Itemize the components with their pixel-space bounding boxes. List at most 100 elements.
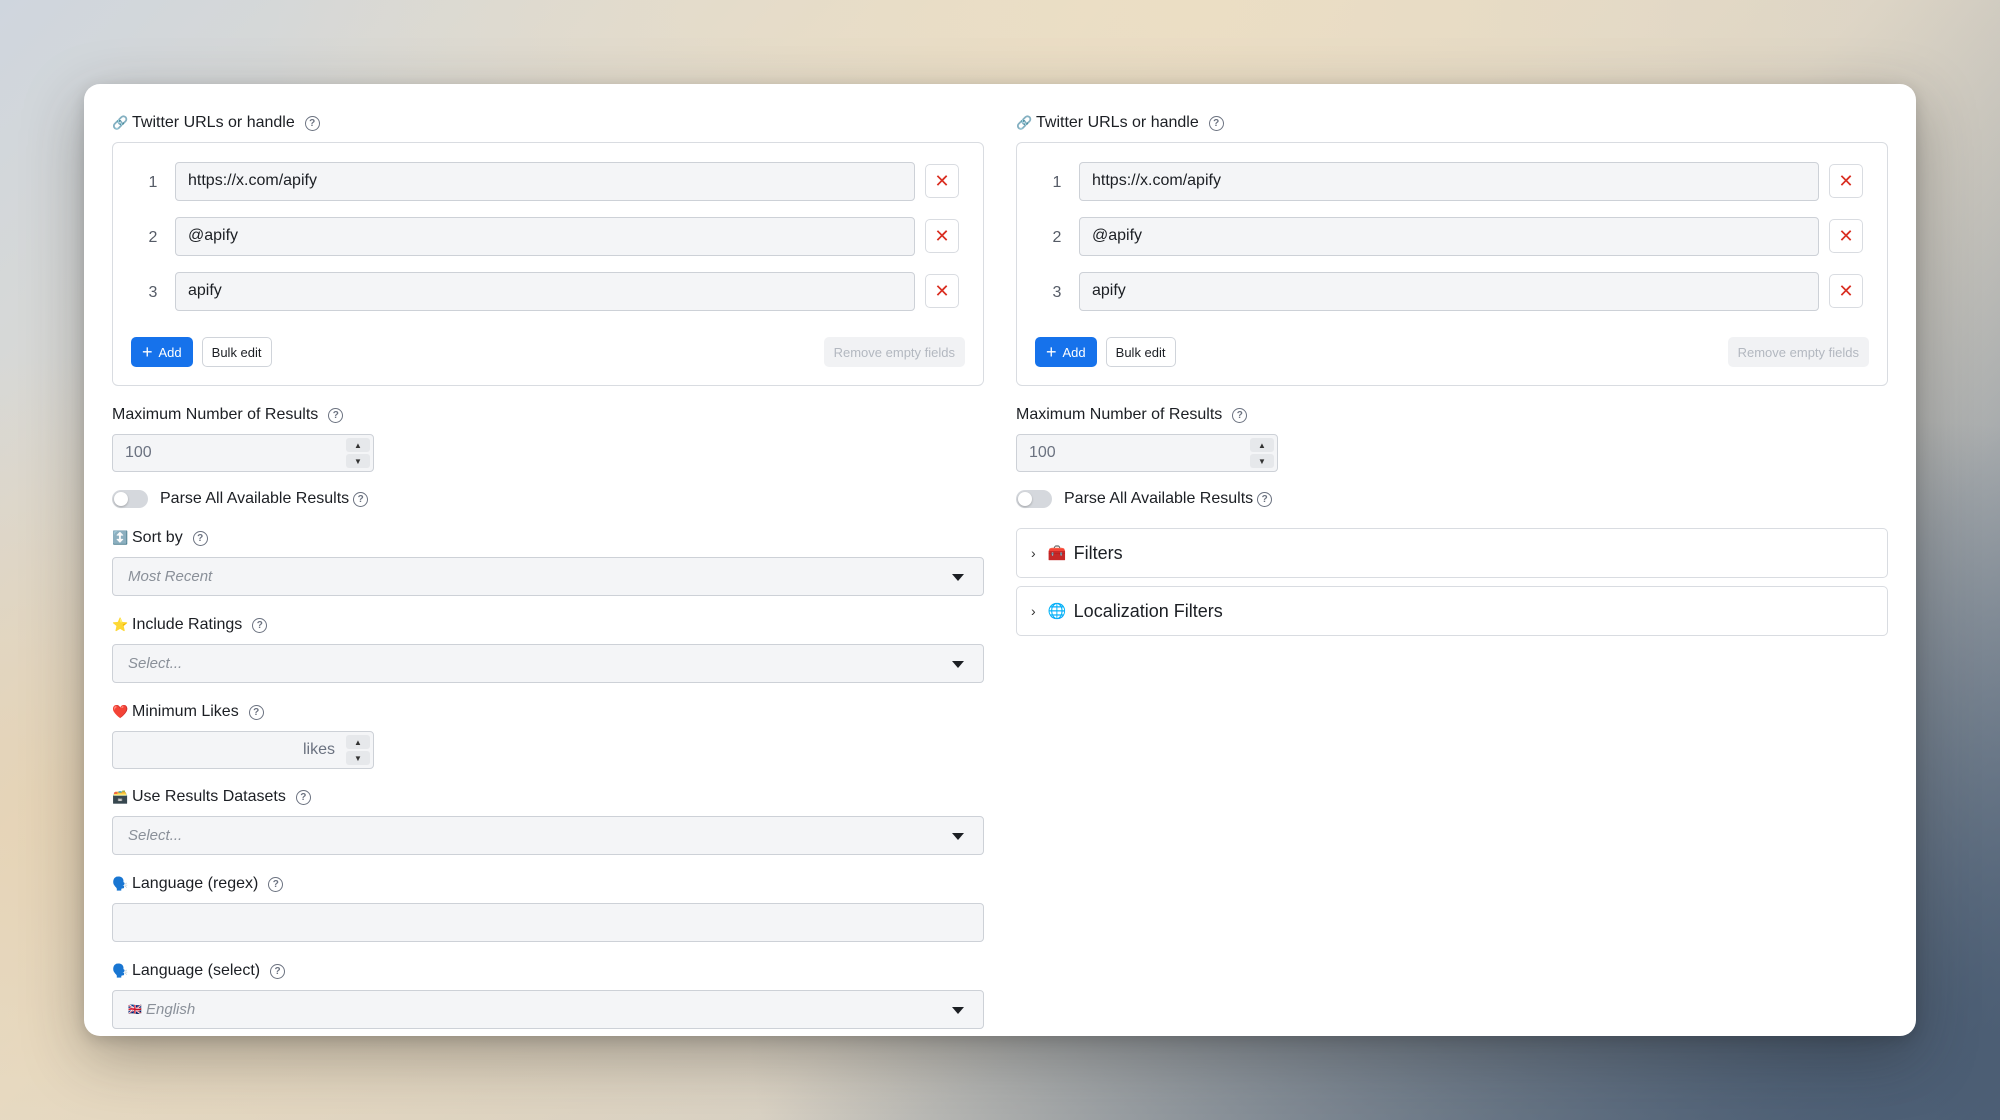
speaking-head-icon: 🗣️ bbox=[112, 963, 129, 978]
bulk-edit-button[interactable]: Bulk edit bbox=[201, 337, 272, 367]
number-stepper[interactable]: ▲ ▼ bbox=[346, 735, 370, 765]
uk-flag-icon: 🇬🇧 bbox=[128, 1004, 142, 1016]
url-input[interactable]: https://x.com/apify bbox=[1079, 161, 1819, 201]
url-list: 1 https://x.com/apify ✕ 2 @apify ✕ 3 api… bbox=[112, 142, 984, 386]
close-icon: ✕ bbox=[1838, 280, 1854, 301]
chevron-down-icon bbox=[952, 574, 964, 581]
max-results-input[interactable]: 100 ▲ ▼ bbox=[112, 434, 374, 472]
sort-icon: ↕️ bbox=[112, 530, 129, 545]
language-regex-label: 🗣️ Language (regex) ? bbox=[112, 873, 984, 895]
card-box-icon: 🗃️ bbox=[112, 789, 129, 804]
remove-empty-fields-button[interactable]: Remove empty fields bbox=[823, 337, 965, 367]
include-ratings-select[interactable]: Select... bbox=[112, 644, 984, 683]
url-row: 2 @apify ✕ bbox=[1035, 216, 1869, 256]
unit-label: likes bbox=[302, 741, 335, 758]
close-icon: ✕ bbox=[1838, 225, 1854, 246]
help-icon[interactable]: ? bbox=[192, 530, 208, 546]
url-row: 2 @apify ✕ bbox=[131, 216, 965, 256]
filters-accordion[interactable]: › 🧰 Filters bbox=[1016, 528, 1888, 578]
url-input[interactable]: @apify bbox=[1079, 216, 1819, 256]
globe-icon: 🌐 bbox=[1047, 603, 1067, 620]
include-ratings-label: ⭐ Include Ratings ? bbox=[112, 614, 984, 636]
increment-icon[interactable]: ▲ bbox=[1250, 438, 1274, 452]
row-number: 1 bbox=[1052, 174, 1062, 191]
decrement-icon[interactable]: ▼ bbox=[346, 751, 370, 765]
twitter-urls-label: 🔗 Twitter URLs or handle ? bbox=[112, 112, 984, 134]
parse-all-row: Parse All Available Results ? bbox=[1016, 488, 1888, 510]
decrement-icon[interactable]: ▼ bbox=[1250, 454, 1274, 468]
url-input[interactable]: apify bbox=[175, 271, 915, 311]
add-button[interactable]: + Add bbox=[1035, 337, 1097, 367]
remove-empty-fields-button[interactable]: Remove empty fields bbox=[1727, 337, 1869, 367]
help-icon[interactable]: ? bbox=[268, 876, 284, 892]
left-form-column: 🔗 Twitter URLs or handle ? 1 https://x.c… bbox=[112, 112, 984, 1029]
url-input[interactable]: https://x.com/apify bbox=[175, 161, 915, 201]
max-results-label: Maximum Number of Results ? bbox=[112, 404, 984, 426]
help-icon[interactable]: ? bbox=[1208, 115, 1224, 131]
localization-filters-accordion[interactable]: › 🌐 Localization Filters bbox=[1016, 586, 1888, 636]
use-datasets-select[interactable]: Select... bbox=[112, 816, 984, 855]
max-results-input[interactable]: 100 ▲ ▼ bbox=[1016, 434, 1278, 472]
row-number: 2 bbox=[1052, 229, 1062, 246]
help-icon[interactable]: ? bbox=[270, 963, 286, 979]
url-row: 1 https://x.com/apify ✕ bbox=[131, 161, 965, 201]
row-number: 3 bbox=[1052, 284, 1062, 301]
increment-icon[interactable]: ▲ bbox=[346, 735, 370, 749]
help-icon[interactable]: ? bbox=[248, 704, 264, 720]
increment-icon[interactable]: ▲ bbox=[346, 438, 370, 452]
plus-icon: + bbox=[142, 342, 153, 362]
minimum-likes-label: ❤️ Minimum Likes ? bbox=[112, 701, 984, 723]
delete-row-button[interactable]: ✕ bbox=[1829, 164, 1863, 198]
language-select-label: 🗣️ Language (select) ? bbox=[112, 960, 984, 982]
help-icon[interactable]: ? bbox=[353, 491, 369, 507]
star-icon: ⭐ bbox=[112, 617, 129, 632]
delete-row-button[interactable]: ✕ bbox=[925, 164, 959, 198]
help-icon[interactable]: ? bbox=[304, 115, 320, 131]
url-row: 3 apify ✕ bbox=[1035, 271, 1869, 311]
chevron-down-icon bbox=[952, 833, 964, 840]
parse-all-toggle[interactable] bbox=[1016, 490, 1052, 508]
plus-icon: + bbox=[1046, 342, 1057, 362]
twitter-urls-label: 🔗 Twitter URLs or handle ? bbox=[1016, 112, 1888, 134]
close-icon: ✕ bbox=[934, 225, 950, 246]
chevron-right-icon: › bbox=[1031, 545, 1036, 561]
right-form-column: 🔗 Twitter URLs or handle ? 1 https://x.c… bbox=[1016, 112, 1888, 636]
row-number: 1 bbox=[148, 174, 158, 191]
language-select[interactable]: 🇬🇧 English bbox=[112, 990, 984, 1029]
link-icon: 🔗 bbox=[112, 115, 129, 130]
close-icon: ✕ bbox=[934, 170, 950, 191]
add-button[interactable]: + Add bbox=[131, 337, 193, 367]
delete-row-button[interactable]: ✕ bbox=[1829, 274, 1863, 308]
delete-row-button[interactable]: ✕ bbox=[925, 219, 959, 253]
row-number: 3 bbox=[148, 284, 158, 301]
parse-all-toggle[interactable] bbox=[112, 490, 148, 508]
parse-all-row: Parse All Available Results ? bbox=[112, 488, 984, 510]
toolbox-icon: 🧰 bbox=[1047, 545, 1067, 562]
decrement-icon[interactable]: ▼ bbox=[346, 454, 370, 468]
help-icon[interactable]: ? bbox=[252, 617, 268, 633]
url-input[interactable]: @apify bbox=[175, 216, 915, 256]
minimum-likes-input[interactable]: likes ▲ ▼ bbox=[112, 731, 374, 769]
sort-by-label: ↕️ Sort by ? bbox=[112, 527, 984, 549]
close-icon: ✕ bbox=[934, 280, 950, 301]
number-stepper[interactable]: ▲ ▼ bbox=[346, 438, 370, 468]
help-icon[interactable]: ? bbox=[1232, 407, 1248, 423]
help-icon[interactable]: ? bbox=[328, 407, 344, 423]
max-results-label: Maximum Number of Results ? bbox=[1016, 404, 1888, 426]
url-actions: + Add Bulk edit Remove empty fields bbox=[1035, 337, 1869, 367]
url-input[interactable]: apify bbox=[1079, 271, 1819, 311]
url-row: 3 apify ✕ bbox=[131, 271, 965, 311]
delete-row-button[interactable]: ✕ bbox=[925, 274, 959, 308]
bulk-edit-button[interactable]: Bulk edit bbox=[1105, 337, 1176, 367]
use-datasets-label: 🗃️ Use Results Datasets ? bbox=[112, 786, 984, 808]
chevron-down-icon bbox=[952, 1007, 964, 1014]
help-icon[interactable]: ? bbox=[295, 789, 311, 805]
number-stepper[interactable]: ▲ ▼ bbox=[1250, 438, 1274, 468]
language-regex-input[interactable] bbox=[112, 903, 984, 942]
delete-row-button[interactable]: ✕ bbox=[1829, 219, 1863, 253]
heart-icon: ❤️ bbox=[112, 704, 129, 719]
help-icon[interactable]: ? bbox=[1257, 491, 1273, 507]
form-card: 🔗 Twitter URLs or handle ? 1 https://x.c… bbox=[84, 84, 1916, 1036]
chevron-down-icon bbox=[952, 661, 964, 668]
sort-by-select[interactable]: Most Recent bbox=[112, 557, 984, 596]
